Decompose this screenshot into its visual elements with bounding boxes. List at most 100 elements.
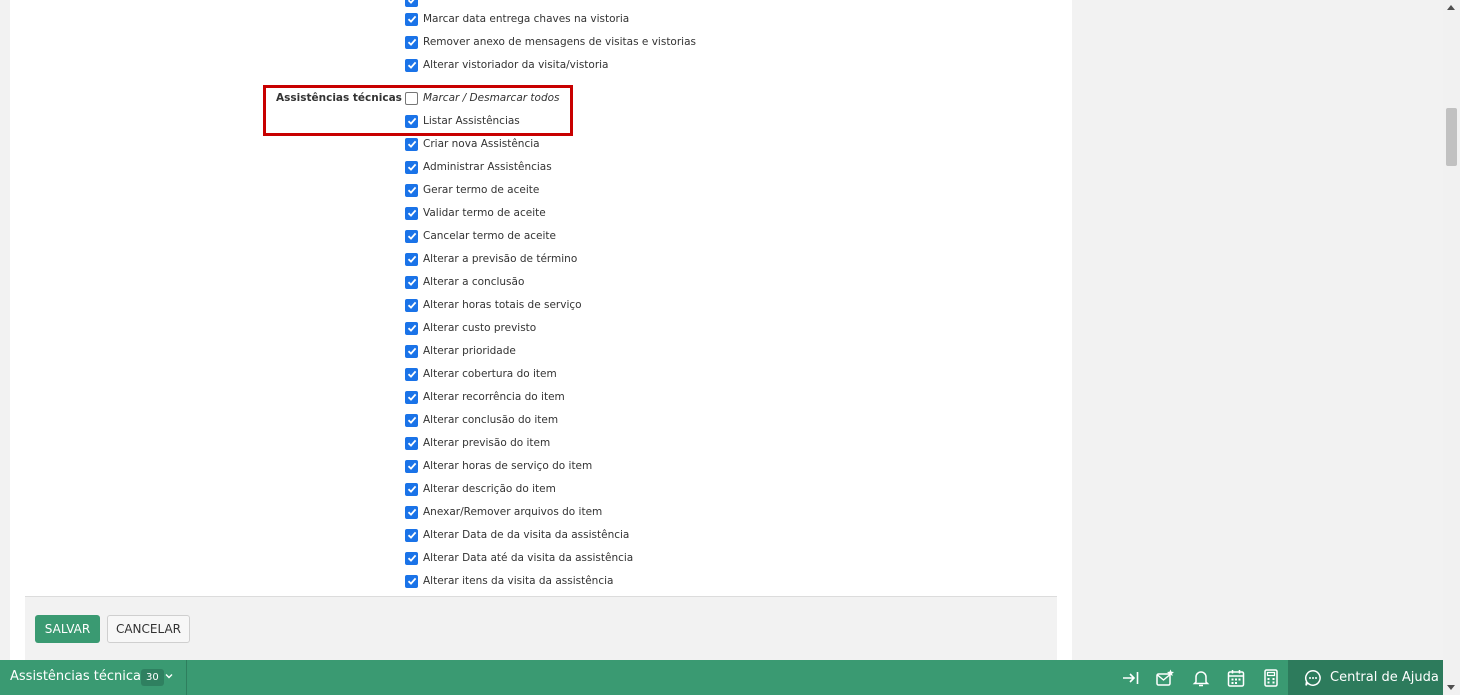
assistencia-permission-checkbox[interactable] bbox=[405, 114, 418, 128]
calculator-icon[interactable] bbox=[1261, 668, 1281, 688]
assistencia-permission-label: Alterar Data de da visita da assistência bbox=[423, 529, 630, 541]
permission-item-row[interactable]: Remover anexo de mensagens de visitas e … bbox=[405, 35, 696, 49]
permission-item-checkbox[interactable] bbox=[405, 35, 418, 49]
assistencia-permission-row[interactable]: Listar Assistências bbox=[405, 114, 520, 128]
assistencia-permission-checkbox[interactable] bbox=[405, 390, 418, 404]
scroll-up-icon[interactable] bbox=[1447, 5, 1455, 10]
checkmark-icon bbox=[407, 554, 416, 562]
assistencia-permission-checkbox[interactable] bbox=[405, 574, 418, 588]
assistencia-permission-row[interactable]: Alterar cobertura do item bbox=[405, 367, 557, 381]
checkmark-icon bbox=[407, 485, 416, 493]
assistencia-permission-checkbox[interactable] bbox=[405, 298, 418, 312]
checkmark-icon bbox=[407, 347, 416, 355]
assistencia-permission-label: Listar Assistências bbox=[423, 115, 520, 127]
assistencia-permission-checkbox[interactable] bbox=[405, 275, 418, 289]
assistencia-permission-row[interactable]: Alterar a conclusão bbox=[405, 275, 524, 289]
assistencia-permission-row[interactable]: Alterar prioridade bbox=[405, 344, 516, 358]
assistencia-permission-row[interactable]: Alterar Data até da visita da assistênci… bbox=[405, 551, 633, 565]
assistencia-permission-label: Cancelar termo de aceite bbox=[423, 230, 556, 242]
chevron-down-icon[interactable] bbox=[163, 670, 175, 682]
open-tab-label[interactable]: Assistências técnicas bbox=[10, 669, 148, 684]
assistencia-permission-row[interactable]: Alterar Data de da visita da assistência bbox=[405, 528, 629, 542]
permission-item-label: Marcar data entrega chaves na vistoria bbox=[423, 13, 630, 25]
assistencia-permission-checkbox[interactable] bbox=[405, 252, 418, 266]
assistencia-permission-row[interactable]: Criar nova Assistência bbox=[405, 137, 540, 151]
assistencia-permission-checkbox[interactable] bbox=[405, 367, 418, 381]
assistencia-permission-row[interactable]: Anexar/Remover arquivos do item bbox=[405, 505, 602, 519]
checkmark-icon bbox=[407, 508, 416, 516]
cancel-button[interactable]: CANCELAR bbox=[107, 615, 190, 643]
assistencia-permission-checkbox[interactable] bbox=[405, 160, 418, 174]
toggle-all-label: Marcar / Desmarcar todos bbox=[423, 92, 560, 104]
assistencia-permission-row[interactable]: Alterar descrição do item bbox=[405, 482, 556, 496]
assistencia-permission-checkbox[interactable] bbox=[405, 551, 418, 565]
assistencia-permission-checkbox[interactable] bbox=[405, 321, 418, 335]
toggle-all-row[interactable]: Marcar / Desmarcar todos bbox=[405, 91, 560, 105]
assistencia-permission-label: Alterar prioridade bbox=[423, 345, 516, 357]
arrow-to-right-icon[interactable] bbox=[1121, 668, 1141, 688]
assistencia-permission-label: Alterar previsão do item bbox=[423, 437, 551, 449]
bell-icon[interactable] bbox=[1191, 668, 1211, 688]
assistencia-permission-checkbox[interactable] bbox=[405, 505, 418, 519]
permission-item-checkbox[interactable] bbox=[405, 58, 418, 72]
assistencia-permission-label: Alterar cobertura do item bbox=[423, 368, 557, 380]
help-center-button[interactable]: Central de Ajuda bbox=[1288, 660, 1443, 695]
calendar-icon[interactable] bbox=[1226, 668, 1246, 688]
save-button[interactable]: SALVAR bbox=[35, 615, 100, 643]
assistencia-permission-row[interactable]: Alterar a previsão de término bbox=[405, 252, 577, 266]
assistencia-permission-row[interactable]: Cancelar termo de aceite bbox=[405, 229, 556, 243]
section-label-assistencias: Assistências técnicas bbox=[276, 92, 402, 104]
checkmark-icon bbox=[407, 370, 416, 378]
permission-item-checkbox[interactable] bbox=[405, 12, 418, 26]
assistencia-permission-row[interactable]: Alterar horas totais de serviço bbox=[405, 298, 582, 312]
assistencia-permission-label: Alterar itens da visita da assistência bbox=[423, 575, 614, 587]
assistencia-permission-row[interactable]: Validar termo de aceite bbox=[405, 206, 546, 220]
permission-row-partial[interactable] bbox=[405, 0, 418, 7]
scroll-down-icon[interactable] bbox=[1447, 685, 1455, 690]
assistencia-permission-checkbox[interactable] bbox=[405, 137, 418, 151]
permission-item-label: Alterar vistoriador da visita/vistoria bbox=[423, 59, 609, 71]
assistencia-permission-label: Validar termo de aceite bbox=[423, 207, 546, 219]
badge-star-icon[interactable] bbox=[1155, 668, 1175, 688]
assistencia-permission-row[interactable]: Alterar conclusão do item bbox=[405, 413, 558, 427]
assistencia-permission-checkbox[interactable] bbox=[405, 344, 418, 358]
permission-item-row[interactable]: Alterar vistoriador da visita/vistoria bbox=[405, 58, 609, 72]
assistencia-permission-label: Anexar/Remover arquivos do item bbox=[423, 506, 603, 518]
assistencia-permission-checkbox[interactable] bbox=[405, 229, 418, 243]
assistencia-permission-checkbox[interactable] bbox=[405, 206, 418, 220]
checkmark-icon bbox=[407, 531, 416, 539]
checkmark-icon bbox=[407, 163, 416, 171]
assistencia-permission-row[interactable]: Administrar Assistências bbox=[405, 160, 552, 174]
checkmark-icon bbox=[407, 38, 416, 46]
bottom-taskbar: Assistências técnicas 30 Central de Ajud… bbox=[0, 660, 1443, 695]
assistencia-permission-row[interactable]: Alterar horas de serviço do item bbox=[405, 459, 592, 473]
assistencia-permission-row[interactable]: Gerar termo de aceite bbox=[405, 183, 539, 197]
permission-item-label: Remover anexo de mensagens de visitas e … bbox=[423, 36, 696, 48]
scroll-thumb[interactable] bbox=[1446, 108, 1457, 166]
checkmark-icon bbox=[407, 140, 416, 148]
permission-item-row[interactable]: Marcar data entrega chaves na vistoria bbox=[405, 12, 629, 26]
assistencia-permission-checkbox[interactable] bbox=[405, 413, 418, 427]
checkmark-icon bbox=[407, 462, 416, 470]
form-footer: SALVAR CANCELAR bbox=[25, 596, 1057, 660]
assistencia-permission-checkbox[interactable] bbox=[405, 482, 418, 496]
assistencia-permission-label: Gerar termo de aceite bbox=[423, 184, 540, 196]
assistencia-permission-checkbox[interactable] bbox=[405, 528, 418, 542]
chat-bubble-icon bbox=[1305, 669, 1321, 686]
permission-checkbox-partial[interactable] bbox=[405, 0, 418, 7]
assistencia-permission-row[interactable]: Alterar previsão do item bbox=[405, 436, 550, 450]
assistencia-permission-row[interactable]: Alterar recorrência do item bbox=[405, 390, 565, 404]
assistencia-permission-label: Alterar Data até da visita da assistênci… bbox=[423, 552, 634, 564]
checkmark-icon bbox=[407, 209, 416, 217]
vertical-scrollbar[interactable] bbox=[1443, 0, 1460, 695]
checkmark-icon bbox=[407, 232, 416, 240]
assistencia-permission-checkbox[interactable] bbox=[405, 183, 418, 197]
assistencia-permission-row[interactable]: Alterar custo previsto bbox=[405, 321, 536, 335]
checkmark-icon bbox=[407, 0, 415, 4]
assistencia-permission-label: Alterar conclusão do item bbox=[423, 414, 559, 426]
assistencia-permission-row[interactable]: Alterar itens da visita da assistência bbox=[405, 574, 613, 588]
assistencia-permission-checkbox[interactable] bbox=[405, 459, 418, 473]
assistencia-permission-checkbox[interactable] bbox=[405, 436, 418, 450]
toggle-all-checkbox[interactable] bbox=[405, 91, 418, 105]
help-center-label: Central de Ajuda bbox=[1330, 670, 1439, 685]
